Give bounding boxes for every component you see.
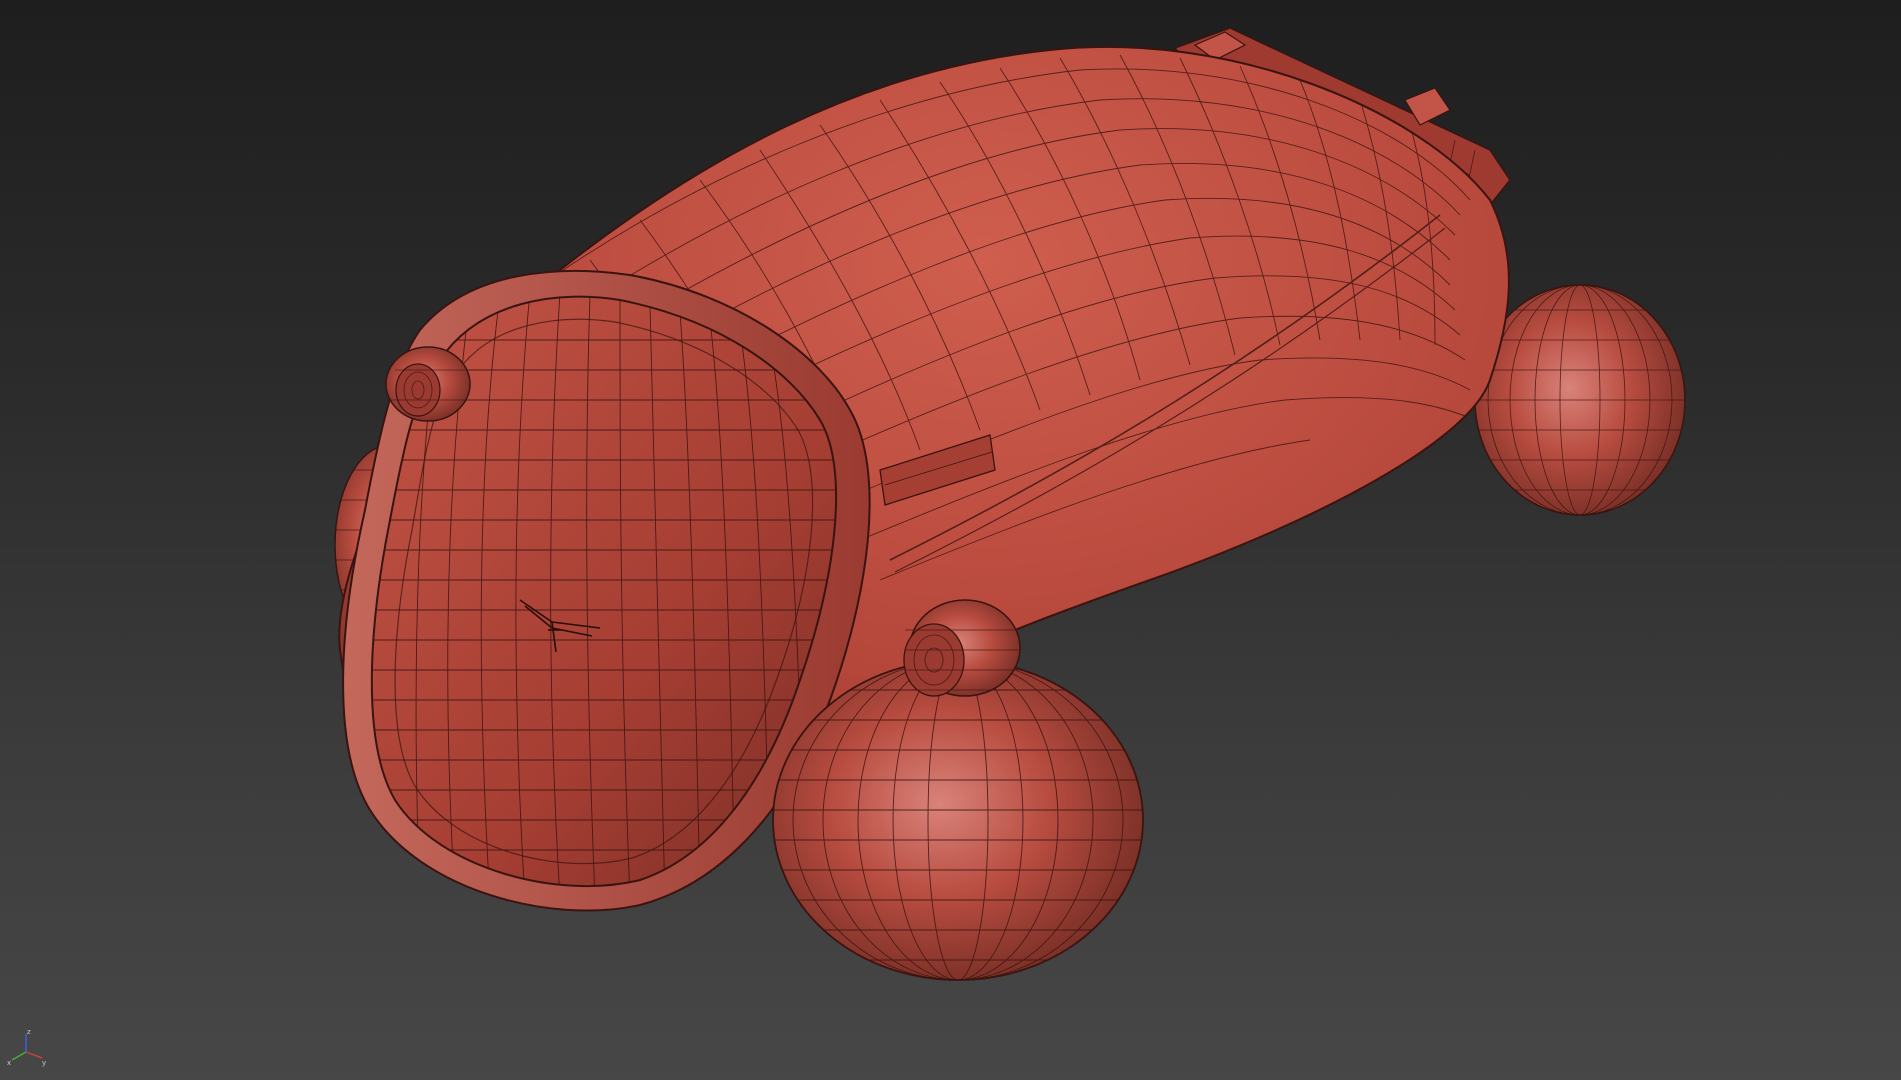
axis-gizmo: z x y bbox=[7, 1028, 46, 1067]
y-axis-label: y bbox=[42, 1059, 46, 1067]
3d-viewport[interactable]: z x y bbox=[0, 0, 1901, 1080]
scene-canvas[interactable] bbox=[0, 0, 1901, 1080]
y-axis-line bbox=[25, 1051, 43, 1059]
x-axis-line bbox=[11, 1051, 27, 1061]
z-axis-label: z bbox=[27, 1028, 31, 1036]
x-axis-label: x bbox=[7, 1059, 11, 1067]
left-thruster bbox=[385, 346, 471, 422]
